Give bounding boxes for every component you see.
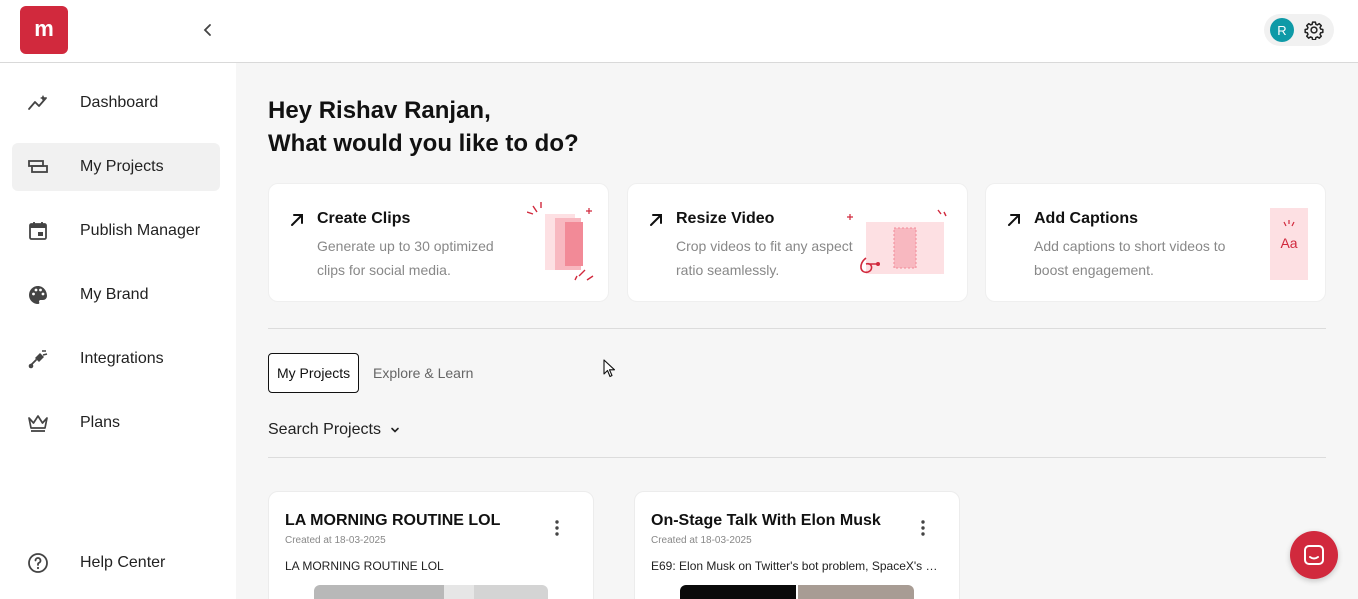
- resize-video-card[interactable]: Resize Video Crop videos to fit any aspe…: [627, 183, 968, 302]
- project-description: E69: Elon Musk on Twitter's bot problem,…: [651, 559, 943, 573]
- arrow-up-right-icon: [291, 214, 303, 226]
- svg-text:Aa: Aa: [1280, 235, 1297, 251]
- top-bar: m R: [0, 0, 1358, 63]
- arrow-up-right-icon: [650, 214, 662, 226]
- project-card[interactable]: On-Stage Talk With Elon Musk Created at …: [634, 491, 960, 599]
- project-title: LA MORNING ROUTINE LOL: [285, 512, 501, 529]
- tab-explore-learn[interactable]: Explore & Learn: [365, 353, 481, 393]
- settings-button[interactable]: [1302, 18, 1326, 42]
- create-clips-card[interactable]: Create Clips Generate up to 30 optimized…: [268, 183, 609, 302]
- action-title: Resize Video: [676, 210, 775, 227]
- sidebar-item-integrations[interactable]: Integrations: [12, 335, 220, 383]
- sidebar-item-label: Help Center: [80, 554, 166, 571]
- sidebar-item-plans[interactable]: Plans: [12, 399, 220, 447]
- search-projects-label: Search Projects: [268, 421, 381, 438]
- project-description: LA MORNING ROUTINE LOL: [285, 559, 444, 573]
- mouse-cursor-icon: [603, 359, 616, 378]
- projects-icon: [26, 155, 50, 179]
- more-vertical-icon: [921, 520, 925, 536]
- greeting-line-1: Hey Rishav Ranjan,: [268, 97, 491, 124]
- arrow-up-right-icon: [1008, 214, 1020, 226]
- help-icon: [26, 551, 50, 575]
- chevron-left-icon: [203, 24, 211, 36]
- sidebar: Dashboard My Projects Publish Manager My…: [0, 63, 236, 599]
- account-area: R: [1264, 14, 1334, 46]
- project-thumbnail[interactable]: [680, 585, 914, 599]
- add-captions-card[interactable]: Add Captions Add captions to short video…: [985, 183, 1326, 302]
- section-divider: [268, 328, 1326, 329]
- greeting-line-2: What would you like to do?: [268, 130, 579, 157]
- sidebar-item-my-brand[interactable]: My Brand: [12, 271, 220, 319]
- project-date: Created at 18-03-2025: [651, 535, 752, 546]
- sidebar-item-dashboard[interactable]: Dashboard: [12, 79, 220, 127]
- sidebar-item-my-projects[interactable]: My Projects: [12, 143, 220, 191]
- project-thumbnail[interactable]: [314, 585, 548, 599]
- tab-my-projects[interactable]: My Projects: [268, 353, 360, 393]
- sidebar-item-publish-manager[interactable]: Publish Manager: [12, 207, 220, 255]
- project-title: On-Stage Talk With Elon Musk: [651, 512, 881, 529]
- sidebar-item-label: Plans: [80, 414, 121, 431]
- logo-icon: m: [34, 16, 54, 41]
- sidebar-item-label: Integrations: [80, 350, 164, 367]
- collapse-sidebar-button[interactable]: [196, 18, 220, 42]
- avatar[interactable]: R: [1270, 18, 1294, 42]
- chevron-down-icon: [389, 424, 401, 436]
- action-title: Create Clips: [317, 210, 411, 227]
- search-projects-dropdown[interactable]: Search Projects: [268, 418, 401, 442]
- plug-icon: [26, 347, 50, 371]
- captions-illustration-icon: Aa: [1270, 208, 1308, 280]
- page-greeting: Hey Rishav Ranjan, What would you like t…: [268, 94, 579, 160]
- clips-illustration-icon: [527, 202, 594, 281]
- chat-icon: [1304, 545, 1324, 565]
- resize-illustration-icon: [847, 209, 947, 274]
- palette-icon: [26, 283, 50, 307]
- sidebar-item-label: My Projects: [80, 158, 164, 175]
- more-options-button[interactable]: [545, 516, 569, 540]
- calendar-icon: [26, 219, 50, 243]
- gear-icon: [1304, 21, 1324, 40]
- app-logo[interactable]: m: [20, 6, 68, 54]
- action-description: Add captions to short videos to boost en…: [1034, 238, 1226, 278]
- more-vertical-icon: [555, 520, 559, 536]
- dashboard-icon: [26, 91, 50, 115]
- sidebar-item-label: My Brand: [80, 286, 149, 303]
- search-divider: [268, 457, 1326, 458]
- sidebar-item-label: Dashboard: [80, 94, 159, 111]
- action-description: Generate up to 30 optimized clips for so…: [317, 238, 494, 278]
- svg-text:m: m: [34, 16, 54, 41]
- sidebar-item-help-center[interactable]: Help Center: [12, 539, 220, 587]
- project-date: Created at 18-03-2025: [285, 535, 386, 546]
- chat-support-button[interactable]: [1290, 531, 1338, 579]
- crown-icon: [26, 411, 50, 435]
- action-title: Add Captions: [1034, 210, 1138, 227]
- more-options-button[interactable]: [911, 516, 935, 540]
- sidebar-item-label: Publish Manager: [80, 222, 201, 239]
- project-card[interactable]: LA MORNING ROUTINE LOL Created at 18-03-…: [268, 491, 594, 599]
